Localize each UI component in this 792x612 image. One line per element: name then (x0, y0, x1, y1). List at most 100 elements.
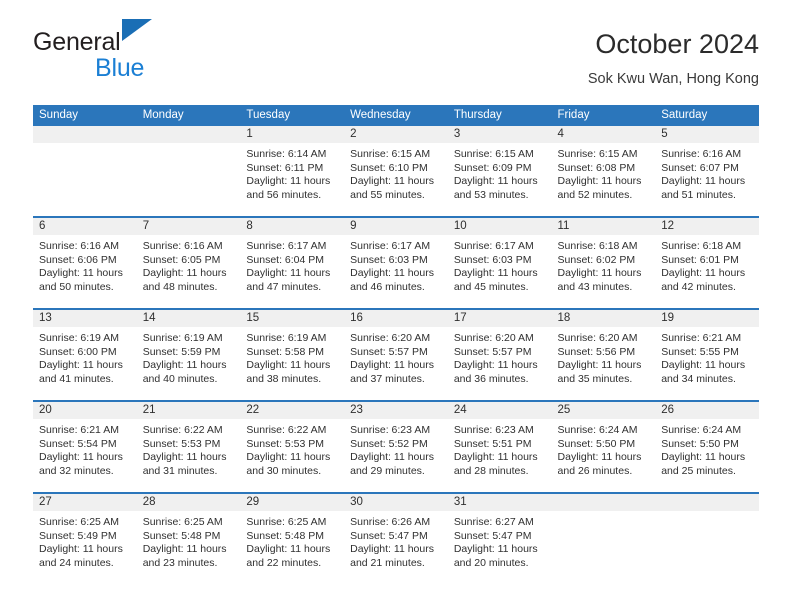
day-details: Sunrise: 6:27 AM Sunset: 5:47 PM Daylight:… (448, 511, 552, 570)
calendar-day-cell[interactable]: 23 Sunrise: 6:23 AM Sunset: 5:52 PM Dayligh… (344, 400, 448, 493)
sunrise-text: Sunrise: 6:25 AM (39, 516, 119, 528)
calendar-day-cell[interactable]: 31 Sunrise: 6:27 AM Sunset: 5:47 PM Dayligh… (447, 492, 552, 584)
sunrise-text: Sunrise: 6:15 AM (557, 148, 638, 160)
calendar-day-cell[interactable]: 1 Sunrise: 6:14 AM Sunset: 6:11 PM Daylight… (240, 126, 345, 217)
day-details: Sunrise: 6:25 AM Sunset: 5:49 PM Daylight:… (33, 511, 137, 570)
sunrise-text: Sunrise: 6:23 AM (350, 424, 431, 436)
sunset-text: Sunset: 5:56 PM (557, 345, 636, 358)
calendar-day-cell[interactable]: 8 Sunrise: 6:17 AM Sunset: 6:04 PM Daylight… (240, 216, 345, 309)
calendar-day-cell[interactable]: 25 Sunrise: 6:24 AM Sunset: 5:50 PM Dayligh… (551, 400, 656, 493)
day-details: Sunrise: 6:25 AM Sunset: 5:48 PM Daylight:… (137, 511, 241, 570)
sunset-text: Sunset: 5:47 PM (350, 529, 428, 542)
sunrise-text: Sunrise: 6:14 AM (246, 148, 327, 160)
day-details: Sunrise: 6:20 AM Sunset: 5:57 PM Daylight:… (344, 327, 448, 386)
day-details: Sunrise: 6:14 AM Sunset: 6:11 PM Daylight:… (240, 143, 344, 202)
calendar-day-cell[interactable]: 17 Sunrise: 6:20 AM Sunset: 5:57 PM Dayligh… (447, 308, 552, 401)
weekday-header-sunday: Sunday (33, 105, 137, 126)
calendar-day-cell[interactable]: 19 Sunrise: 6:21 AM Sunset: 5:55 PM Dayligh… (655, 308, 759, 401)
sunset-text: Sunset: 6:09 PM (453, 161, 532, 174)
day-cell-inner: 7 Sunrise: 6:16 AM Sunset: 6:05 PM Daylight… (136, 218, 241, 308)
day-number: 2 (344, 126, 448, 143)
sunrise-text: Sunrise: 6:23 AM (453, 424, 534, 436)
sunset-text: Sunset: 5:51 PM (453, 437, 532, 450)
calendar-day-cell[interactable]: 28 Sunrise: 6:25 AM Sunset: 5:48 PM Dayligh… (136, 492, 241, 584)
daylight-text: Daylight: 11 hours and 31 minutes. (142, 451, 227, 477)
calendar-day-cell[interactable]: 27 Sunrise: 6:25 AM Sunset: 5:49 PM Dayligh… (33, 492, 137, 584)
calendar-day-cell[interactable]: 9 Sunrise: 6:17 AM Sunset: 6:03 PM Daylight… (344, 216, 448, 309)
sunrise-text: Sunrise: 6:18 AM (661, 240, 742, 252)
sunrise-text: Sunrise: 6:16 AM (661, 148, 742, 160)
calendar-day-cell[interactable]: 5 Sunrise: 6:16 AM Sunset: 6:07 PM Daylight… (655, 126, 759, 217)
calendar-day-cell[interactable]: 18 Sunrise: 6:20 AM Sunset: 5:56 PM Dayligh… (551, 308, 656, 401)
day-number: 29 (240, 494, 345, 511)
calendar-day-cell[interactable]: 13 Sunrise: 6:19 AM Sunset: 6:00 PM Dayligh… (33, 308, 137, 401)
daylight-text: Daylight: 11 hours and 40 minutes. (142, 359, 227, 385)
weekday-header-friday: Friday (551, 105, 656, 126)
day-cell-inner: 10 Sunrise: 6:17 AM Sunset: 6:03 PM Dayligh… (447, 218, 552, 308)
calendar-week-row: 6 Sunrise: 6:16 AM Sunset: 6:06 PM Daylight… (33, 216, 759, 309)
sunrise-text: Sunrise: 6:15 AM (350, 148, 431, 160)
day-number: 1 (240, 126, 345, 143)
day-details: Sunrise: 6:23 AM Sunset: 5:51 PM Daylight:… (448, 419, 552, 478)
daylight-text: Daylight: 11 hours and 21 minutes. (350, 543, 434, 569)
calendar-day-cell[interactable]: 26 Sunrise: 6:24 AM Sunset: 5:50 PM Dayligh… (655, 400, 759, 493)
calendar-day-cell[interactable]: 15 Sunrise: 6:19 AM Sunset: 5:58 PM Dayligh… (240, 308, 345, 401)
sunrise-text: Sunrise: 6:17 AM (453, 240, 534, 252)
calendar-day-cell[interactable]: 30 Sunrise: 6:26 AM Sunset: 5:47 PM Dayligh… (344, 492, 448, 584)
day-cell-inner: 14 Sunrise: 6:19 AM Sunset: 5:59 PM Dayligh… (136, 310, 241, 400)
calendar-day-cell[interactable]: 3 Sunrise: 6:15 AM Sunset: 6:09 PM Daylight… (447, 126, 552, 217)
sunset-text: Sunset: 5:49 PM (39, 529, 117, 542)
sunset-text: Sunset: 6:06 PM (39, 253, 117, 266)
day-cell-inner: 15 Sunrise: 6:19 AM Sunset: 5:58 PM Dayligh… (240, 310, 345, 400)
calendar-day-cell[interactable]: 10 Sunrise: 6:17 AM Sunset: 6:03 PM Dayligh… (447, 216, 552, 309)
day-cell-inner: 11 Sunrise: 6:18 AM Sunset: 6:02 PM Dayligh… (551, 218, 656, 308)
calendar-day-cell[interactable]: 20 Sunrise: 6:21 AM Sunset: 5:54 PM Dayligh… (33, 400, 137, 493)
day-number: 13 (33, 310, 137, 327)
day-details: Sunrise: 6:15 AM Sunset: 6:09 PM Daylight:… (448, 143, 552, 202)
calendar-body: 1 Sunrise: 6:14 AM Sunset: 6:11 PM Daylight… (33, 126, 759, 584)
sunset-text: Sunset: 5:57 PM (453, 345, 532, 358)
calendar-day-cell (551, 492, 656, 584)
daylight-text: Daylight: 11 hours and 46 minutes. (350, 267, 434, 293)
calendar-day-cell[interactable]: 24 Sunrise: 6:23 AM Sunset: 5:51 PM Dayligh… (447, 400, 552, 493)
calendar-day-cell[interactable]: 6 Sunrise: 6:16 AM Sunset: 6:06 PM Daylight… (33, 216, 137, 309)
day-details (137, 143, 241, 148)
day-cell-inner: 28 Sunrise: 6:25 AM Sunset: 5:48 PM Dayligh… (136, 494, 241, 584)
sunset-text: Sunset: 6:02 PM (557, 253, 636, 266)
calendar-day-cell[interactable]: 7 Sunrise: 6:16 AM Sunset: 6:05 PM Daylight… (136, 216, 241, 309)
calendar-day-cell[interactable]: 12 Sunrise: 6:18 AM Sunset: 6:01 PM Dayligh… (655, 216, 759, 309)
calendar-day-cell[interactable]: 16 Sunrise: 6:20 AM Sunset: 5:57 PM Dayligh… (344, 308, 448, 401)
calendar-day-cell[interactable]: 4 Sunrise: 6:15 AM Sunset: 6:08 PM Daylight… (551, 126, 656, 217)
sunrise-text: Sunrise: 6:17 AM (246, 240, 327, 252)
day-details (552, 511, 656, 516)
daylight-text: Daylight: 11 hours and 52 minutes. (557, 175, 642, 201)
calendar-day-cell[interactable]: 29 Sunrise: 6:25 AM Sunset: 5:48 PM Dayligh… (240, 492, 345, 584)
calendar-day-cell[interactable]: 14 Sunrise: 6:19 AM Sunset: 5:59 PM Dayligh… (136, 308, 241, 401)
day-number: 22 (240, 402, 345, 419)
day-details: Sunrise: 6:18 AM Sunset: 6:01 PM Daylight:… (655, 235, 759, 294)
day-details: Sunrise: 6:19 AM Sunset: 6:00 PM Daylight:… (33, 327, 137, 386)
day-number: 6 (33, 218, 137, 235)
day-cell-inner (33, 126, 137, 216)
calendar-head: Sunday Monday Tuesday Wednesday Thursday… (33, 105, 759, 126)
sunrise-text: Sunrise: 6:24 AM (557, 424, 638, 436)
daylight-text: Daylight: 11 hours and 23 minutes. (142, 543, 227, 569)
weekday-header-monday: Monday (136, 105, 241, 126)
brand-logo[interactable]: General Blue (33, 19, 233, 90)
day-details: Sunrise: 6:24 AM Sunset: 5:50 PM Daylight:… (655, 419, 759, 478)
day-cell-inner: 6 Sunrise: 6:16 AM Sunset: 6:06 PM Daylight… (33, 218, 137, 308)
calendar-day-cell[interactable]: 22 Sunrise: 6:22 AM Sunset: 5:53 PM Dayligh… (240, 400, 345, 493)
calendar-day-cell[interactable]: 21 Sunrise: 6:22 AM Sunset: 5:53 PM Dayligh… (136, 400, 241, 493)
day-cell-inner: 12 Sunrise: 6:18 AM Sunset: 6:01 PM Dayligh… (655, 218, 759, 308)
sunset-text: Sunset: 5:52 PM (350, 437, 428, 450)
sunrise-text: Sunrise: 6:20 AM (453, 332, 534, 344)
sunset-text: Sunset: 6:07 PM (661, 161, 739, 174)
day-cell-inner: 8 Sunrise: 6:17 AM Sunset: 6:04 PM Daylight… (240, 218, 345, 308)
page-header: General Blue October 2024 Sok Kwu Wan, H… (33, 19, 759, 100)
calendar-day-cell[interactable]: 11 Sunrise: 6:18 AM Sunset: 6:02 PM Dayligh… (551, 216, 656, 309)
day-details: Sunrise: 6:26 AM Sunset: 5:47 PM Daylight:… (344, 511, 448, 570)
brand-name-general: General (33, 28, 121, 56)
sunrise-text: Sunrise: 6:17 AM (350, 240, 431, 252)
calendar-day-cell[interactable]: 2 Sunrise: 6:15 AM Sunset: 6:10 PM Daylight… (344, 126, 448, 217)
daylight-text: Daylight: 11 hours and 24 minutes. (39, 543, 123, 569)
